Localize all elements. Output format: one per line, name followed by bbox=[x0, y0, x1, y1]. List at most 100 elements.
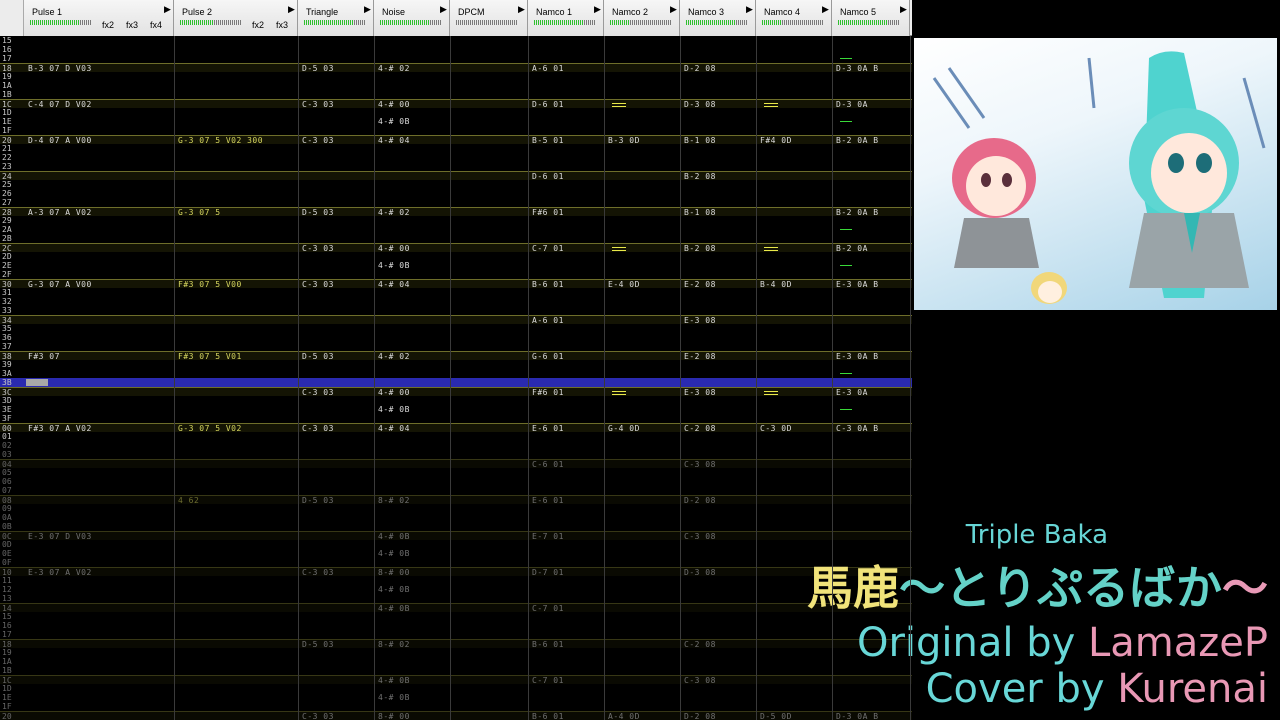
note-cell[interactable]: 4-# 0B bbox=[378, 261, 410, 270]
pattern-row[interactable]: 33 bbox=[0, 306, 912, 315]
effect-column-toggle[interactable]: fx3 bbox=[276, 20, 288, 30]
pattern-row[interactable]: 09 bbox=[0, 504, 912, 513]
pattern-row[interactable]: 00 F#3 07 A V02 G-3 07 5 V02 C-3 03 4-# 04 E-… bbox=[0, 423, 912, 433]
note-cell[interactable]: 4-# 0B bbox=[378, 405, 410, 414]
channel-header-pulse-1[interactable]: Pulse 1 ▶ fx2 fx3 fx4 bbox=[24, 0, 174, 36]
channel-header-pulse-2[interactable]: Pulse 2 ▶ fx2 fx3 bbox=[174, 0, 298, 36]
expand-arrow-icon[interactable]: ▶ bbox=[364, 5, 371, 15]
pattern-row[interactable]: 2D bbox=[0, 252, 912, 261]
expand-arrow-icon[interactable]: ▶ bbox=[900, 5, 907, 15]
pattern-row[interactable]: 1E 4-# 0B bbox=[0, 117, 912, 126]
pattern-row[interactable]: 39 bbox=[0, 360, 912, 369]
row-number: 20 bbox=[2, 712, 12, 720]
pattern-row[interactable]: 3C C-3 03 4-# 00 F#6 01 E-3 08 E-3 0A bbox=[0, 387, 912, 397]
note-cell[interactable]: 8-# 00 bbox=[378, 712, 410, 720]
pattern-row[interactable]: 16 bbox=[0, 45, 912, 54]
pattern-row[interactable]: 15 bbox=[0, 36, 912, 45]
expand-arrow-icon[interactable]: ▶ bbox=[518, 5, 525, 15]
channel-header-namco-2[interactable]: Namco 2 ▶ bbox=[604, 0, 680, 36]
note-release-marker bbox=[764, 391, 778, 395]
note-cell[interactable]: A-4 0D bbox=[608, 712, 640, 720]
pattern-row[interactable]: 32 bbox=[0, 297, 912, 306]
channel-header-namco-5[interactable]: Namco 5 ▶ bbox=[832, 0, 910, 36]
pattern-row[interactable]: 37 bbox=[0, 342, 912, 351]
channel-name: DPCM bbox=[458, 7, 485, 17]
pattern-row[interactable]: 2A bbox=[0, 225, 912, 234]
pattern-row[interactable]: 07 bbox=[0, 486, 912, 495]
pattern-row[interactable]: 18 B-3 07 D V03 D-5 03 4-# 02 A-6 01 D-2 08 D-… bbox=[0, 63, 912, 73]
note-cell[interactable]: 4-# 0B bbox=[378, 117, 410, 126]
pattern-row[interactable]: 1D bbox=[0, 108, 912, 117]
expand-arrow-icon[interactable]: ▶ bbox=[288, 5, 295, 15]
expand-arrow-icon[interactable]: ▶ bbox=[822, 5, 829, 15]
pattern-row[interactable]: 03 bbox=[0, 450, 912, 459]
note-cell[interactable]: 4-# 0B bbox=[378, 693, 410, 702]
pattern-row[interactable]: 22 bbox=[0, 153, 912, 162]
pattern-row[interactable]: 3D bbox=[0, 396, 912, 405]
anime-artwork bbox=[914, 38, 1277, 310]
expand-arrow-icon[interactable]: ▶ bbox=[670, 5, 677, 15]
pattern-row[interactable]: 25 bbox=[0, 180, 912, 189]
pattern-row[interactable]: 08 4 62 D-5 03 8-# 02 E-6 01 D-2 08 bbox=[0, 495, 912, 505]
pattern-row[interactable]: 2E 4-# 0B bbox=[0, 261, 912, 270]
pattern-row[interactable]: 3F bbox=[0, 414, 912, 423]
effect-column-toggle[interactable]: fx2 bbox=[252, 20, 264, 30]
expand-arrow-icon[interactable]: ▶ bbox=[594, 5, 601, 15]
pattern-row[interactable]: 06 bbox=[0, 477, 912, 486]
pattern-row[interactable]: 3B bbox=[0, 378, 912, 387]
pattern-row[interactable]: 38 F#3 07 F#3 07 5 V01 D-5 03 4-# 02 G-6 01 E-… bbox=[0, 351, 912, 361]
expand-arrow-icon[interactable]: ▶ bbox=[164, 5, 171, 15]
pattern-row[interactable]: 04 C-6 01 C-3 08 bbox=[0, 459, 912, 469]
pattern-row[interactable]: 36 bbox=[0, 333, 912, 342]
expand-arrow-icon[interactable]: ▶ bbox=[746, 5, 753, 15]
pattern-row[interactable]: 23 bbox=[0, 162, 912, 171]
pattern-row[interactable]: 1B bbox=[0, 90, 912, 99]
row-number: 0D bbox=[2, 540, 12, 549]
pattern-row[interactable]: 3A bbox=[0, 369, 912, 378]
row-number: 39 bbox=[2, 360, 12, 369]
effect-column-toggle[interactable]: fx3 bbox=[126, 20, 138, 30]
japanese-title: 馬鹿〜とりぷるばか〜 bbox=[807, 552, 1268, 618]
pattern-row[interactable]: 17 bbox=[0, 54, 912, 63]
note-cell[interactable]: 4-# 0B bbox=[378, 585, 410, 594]
characters-illustration bbox=[932, 51, 1266, 304]
pattern-row[interactable]: 1C C-4 07 D V02 C-3 03 4-# 00 D-6 01 D-3 08 D-… bbox=[0, 99, 912, 109]
channel-name: Pulse 1 bbox=[32, 7, 63, 17]
pattern-row[interactable]: 34 A-6 01 E-3 08 bbox=[0, 315, 912, 325]
note-cell[interactable]: C-3 03 bbox=[302, 712, 334, 720]
channel-header-namco-1[interactable]: Namco 1 ▶ bbox=[528, 0, 604, 36]
pattern-row[interactable]: 27 bbox=[0, 198, 912, 207]
pattern-row[interactable]: 2F bbox=[0, 270, 912, 279]
pattern-row[interactable]: 29 bbox=[0, 216, 912, 225]
pattern-row[interactable]: 30 G-3 07 A V00 F#3 07 5 V00 C-3 03 4-# 04 B-… bbox=[0, 279, 912, 289]
pattern-row[interactable]: 1F bbox=[0, 126, 912, 135]
effect-column-toggle[interactable]: fx4 bbox=[150, 20, 162, 30]
pattern-row[interactable]: 21 bbox=[0, 144, 912, 153]
column-separator bbox=[680, 36, 681, 720]
pattern-row[interactable]: 20 D-4 07 A V00 G-3 07 5 V02 300 C-3 03 4-# … bbox=[0, 135, 912, 145]
pattern-row[interactable]: 2C C-3 03 4-# 00 C-7 01 B-2 08 B-2 0A bbox=[0, 243, 912, 253]
effect-column-toggle[interactable]: fx2 bbox=[102, 20, 114, 30]
channel-header-dpcm[interactable]: DPCM ▶ bbox=[450, 0, 528, 36]
channel-header-triangle[interactable]: Triangle ▶ bbox=[298, 0, 374, 36]
note-cell[interactable]: 4-# 0B bbox=[378, 549, 410, 558]
pattern-row[interactable]: 3E 4-# 0B bbox=[0, 405, 912, 414]
row-number: 3D bbox=[2, 396, 12, 405]
channel-header-noise[interactable]: Noise ▶ bbox=[374, 0, 450, 36]
pattern-row[interactable]: 05 bbox=[0, 468, 912, 477]
pattern-row[interactable]: 19 bbox=[0, 72, 912, 81]
pattern-row[interactable]: 24 D-6 01 B-2 08 bbox=[0, 171, 912, 181]
pattern-row[interactable]: 2B bbox=[0, 234, 912, 243]
channel-header-namco-3[interactable]: Namco 3 ▶ bbox=[680, 0, 756, 36]
pattern-row[interactable]: 26 bbox=[0, 189, 912, 198]
expand-arrow-icon[interactable]: ▶ bbox=[440, 5, 447, 15]
pattern-row[interactable]: 01 bbox=[0, 432, 912, 441]
channel-header-namco-4[interactable]: Namco 4 ▶ bbox=[756, 0, 832, 36]
note-cell[interactable]: B-6 01 bbox=[532, 712, 564, 720]
pattern-row[interactable]: 28 A-3 07 A V02 G-3 07 5 D-5 03 4-# 02 F#6 01… bbox=[0, 207, 912, 217]
note-release-marker bbox=[612, 247, 626, 251]
pattern-row[interactable]: 1A bbox=[0, 81, 912, 90]
pattern-row[interactable]: 35 bbox=[0, 324, 912, 333]
pattern-row[interactable]: 02 bbox=[0, 441, 912, 450]
pattern-row[interactable]: 31 bbox=[0, 288, 912, 297]
